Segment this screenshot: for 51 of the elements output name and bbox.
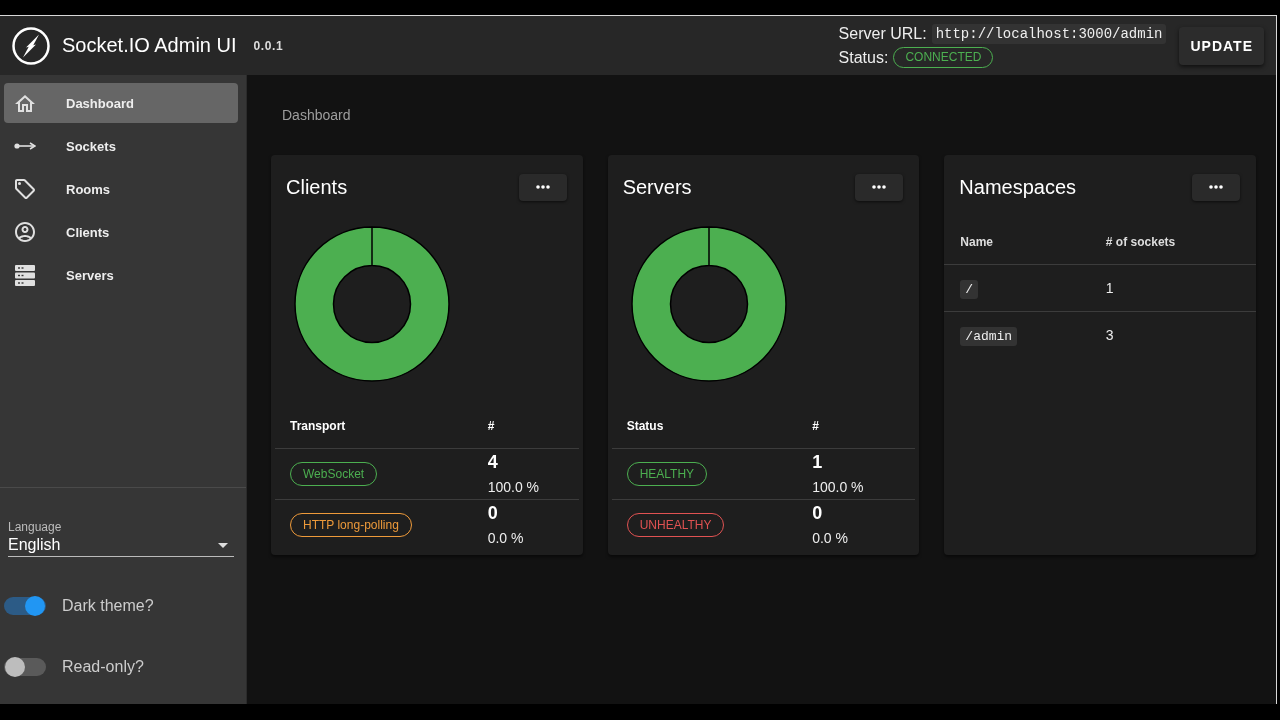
column-header: Name [960,234,993,249]
tag-icon [15,179,35,199]
nav-item[interactable]: Dashboard [4,83,238,123]
count-value: 0 [487,502,498,525]
card-title: Clients [286,175,348,199]
column-header: # of sockets [1105,234,1176,249]
arrow-icon [14,142,36,150]
nav-item[interactable]: Clients [4,212,238,252]
update-button[interactable]: UPDATE [1179,26,1264,65]
nav-item[interactable]: Sockets [4,126,238,166]
percent-value: 0.0 % [487,529,524,548]
server-url: http://localhost:3000/admin [931,23,1167,44]
field-label: Server URL: [838,24,927,43]
more-icon [872,185,887,189]
app-title: Socket.IO Admin UI [62,34,237,57]
more-button[interactable] [855,173,904,201]
percent-value: 0.0 % [812,529,848,548]
percent-value: 100.0 % [487,478,540,496]
nav-item[interactable]: Rooms [4,169,238,209]
toggle-label: Read-only? [62,658,144,676]
toggle-switch[interactable] [4,596,46,616]
column-header: Transport [290,419,346,434]
card-title: Servers [622,175,692,199]
count-value: 0 [812,502,823,525]
field-label: Language [8,520,62,534]
count-value: 1 [812,451,823,473]
breadcrumb-item: Dashboard [282,107,351,123]
field-label: Status: [838,48,889,67]
column-header: # [812,419,819,434]
more-icon [1209,185,1223,189]
nav-item[interactable]: Servers [4,255,238,295]
namespace-path: / [960,279,979,299]
language-select[interactable]: English [8,534,234,557]
version-label: 0.0.1 [253,38,284,53]
more-button[interactable] [1192,173,1240,201]
more-icon [535,185,550,189]
caret-icon [218,542,228,548]
toggle-label: Dark theme? [62,597,154,615]
namespace-path: /admin [960,326,1018,346]
home-icon [15,94,35,112]
socket-count: 3 [1105,326,1114,343]
socket-count: 1 [1105,279,1114,296]
logo-icon [12,26,50,65]
column-header: Status [626,419,664,434]
percent-value: 100.0 % [812,478,864,496]
server-icon [15,264,35,286]
toggle-switch[interactable] [4,657,46,677]
card-title: Namespaces [959,175,1077,199]
more-button[interactable] [518,173,567,201]
column-header: # [487,419,495,434]
count-value: 4 [487,451,498,473]
